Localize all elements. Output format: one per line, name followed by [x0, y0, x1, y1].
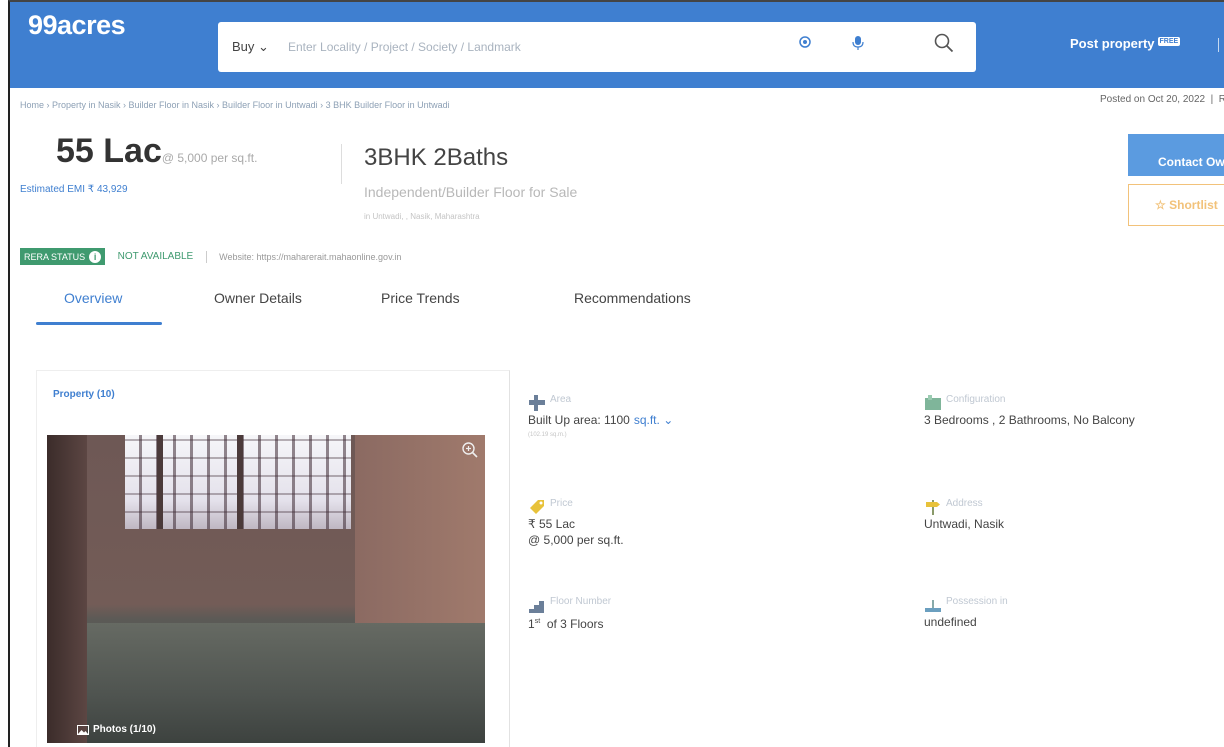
floor-total: of 3 Floors: [546, 617, 604, 631]
detail-address: Address Untwadi, Nasik: [924, 498, 1224, 558]
photo-window-frame: [237, 435, 243, 529]
emi-link[interactable]: Estimated EMI ₹ 43,929: [20, 184, 128, 195]
property-title: 3BHK 2Baths: [364, 144, 509, 171]
location-icon[interactable]: [798, 35, 812, 54]
listing-price: 55 Lac@ 5,000 per sq.ft.: [56, 132, 257, 171]
floor-suffix: st: [534, 618, 541, 625]
tab-recommendations[interactable]: Recommendations: [574, 290, 691, 306]
tab-price-trends[interactable]: Price Trends: [381, 290, 460, 306]
header-divider: [1218, 38, 1219, 52]
property-location: in Untwadi, , Nasik, Maharashtra: [364, 212, 480, 221]
divider: [341, 144, 342, 184]
zoom-in-icon[interactable]: [461, 441, 479, 464]
property-count-label: Property (10): [53, 389, 115, 400]
info-icon[interactable]: i: [89, 250, 102, 263]
detail-area: Area Built Up area: 1100 sq.ft. ⌄ (102.19…: [528, 394, 888, 454]
detail-label: Floor Number: [550, 596, 612, 607]
rera-row: RERA STATUS i NOT AVAILABLE Website: http…: [20, 248, 401, 266]
floor-number: 1: [528, 617, 535, 631]
detail-value: 3 Bedrooms , 2 Bathrooms, No Balcony: [924, 413, 1135, 427]
breadcrumb[interactable]: Home › Property in Nasik › Builder Floor…: [20, 100, 450, 110]
post-property-link[interactable]: Post property FREE: [1070, 36, 1181, 51]
top-header: 99acres Buy ⌄ Post propertyFREE: [10, 2, 1224, 88]
rera-status-badge[interactable]: RERA STATUS i: [20, 248, 106, 266]
property-subtitle: Independent/Builder Floor for Sale: [364, 184, 578, 200]
tab-owner-details[interactable]: Owner Details: [214, 290, 302, 306]
tab-overview[interactable]: Overview: [64, 290, 122, 306]
mic-icon[interactable]: [852, 35, 864, 56]
detail-value: Built Up area: 1100 sq.ft. ⌄: [528, 412, 673, 428]
price-value: 55 Lac: [56, 132, 162, 170]
detail-value: ₹ 55 Lac @ 5,000 per sq.ft.: [528, 516, 624, 548]
divider: [205, 250, 207, 263]
buy-label: Buy: [232, 39, 255, 54]
post-property-label: Post property: [1070, 36, 1155, 51]
unit-label: sq.ft.: [633, 413, 660, 427]
search-bar: Buy ⌄: [218, 22, 976, 72]
shortlist-button[interactable]: ☆ Shortlist: [1128, 184, 1224, 226]
detail-label: Address: [946, 498, 983, 509]
photos-counter-label: Photos (1/10): [93, 724, 156, 735]
detail-possession: Possession in undefined: [924, 596, 1224, 646]
detail-configuration: Configuration 3 Bedrooms , 2 Bathrooms, …: [924, 394, 1224, 454]
active-tab-indicator: [36, 322, 162, 325]
free-badge: FREE: [1157, 37, 1181, 46]
detail-value: undefined: [924, 615, 977, 629]
photo-window-frame: [157, 435, 163, 529]
shortlist-label: Shortlist: [1169, 198, 1218, 212]
site-logo[interactable]: 99acres: [28, 10, 126, 41]
detail-subvalue: (102.19 sq.m.): [528, 432, 567, 438]
rera-badge-label: RERA STATUS: [24, 251, 86, 262]
price-detail-rate: @ 5,000 per sq.ft.: [528, 533, 624, 547]
photo-card: Property (10) Photos (1/10): [36, 370, 510, 747]
rera-status-value: NOT AVAILABLE: [117, 251, 194, 263]
detail-label: Area: [550, 394, 572, 405]
price-rate: @ 5,000 per sq.ft.: [161, 151, 258, 165]
detail-price: Price ₹ 55 Lac @ 5,000 per sq.ft.: [528, 498, 888, 558]
rera-website[interactable]: Website: https://maharerait.mahaonline.g…: [219, 252, 401, 262]
search-icon[interactable]: [934, 33, 954, 58]
contact-owner-button[interactable]: Contact Owner: [1128, 134, 1224, 176]
page-frame: 99acres Buy ⌄ Post propertyFREE Home › P…: [8, 0, 1224, 747]
search-input[interactable]: [288, 34, 728, 60]
detail-label: Configuration: [946, 394, 1006, 405]
detail-value: Untwadi, Nasik: [924, 517, 1005, 531]
unit-dropdown[interactable]: sq.ft. ⌄: [634, 413, 673, 427]
area-value: Built Up area: 1100: [528, 413, 630, 427]
detail-floor: Floor Number 1st of 3 Floors: [528, 596, 888, 646]
star-icon: ☆: [1155, 198, 1166, 212]
property-photo[interactable]: Photos (1/10): [47, 435, 485, 743]
posted-date-text: Posted on Oct 20, 2022: [1100, 94, 1206, 105]
photos-counter[interactable]: Photos (1/10): [77, 724, 156, 735]
image-icon: [77, 724, 89, 735]
posted-date: Posted on Oct 20, 2022 | R: [1100, 94, 1224, 105]
price-detail-value: ₹ 55 Lac: [528, 517, 575, 531]
detail-value: 1st of 3 Floors: [528, 614, 604, 632]
photo-door: [47, 435, 87, 743]
detail-label: Price: [550, 498, 573, 509]
detail-label: Possession in: [946, 596, 1008, 607]
buy-dropdown[interactable]: Buy ⌄: [232, 39, 269, 55]
photo-side-wall: [355, 435, 485, 635]
